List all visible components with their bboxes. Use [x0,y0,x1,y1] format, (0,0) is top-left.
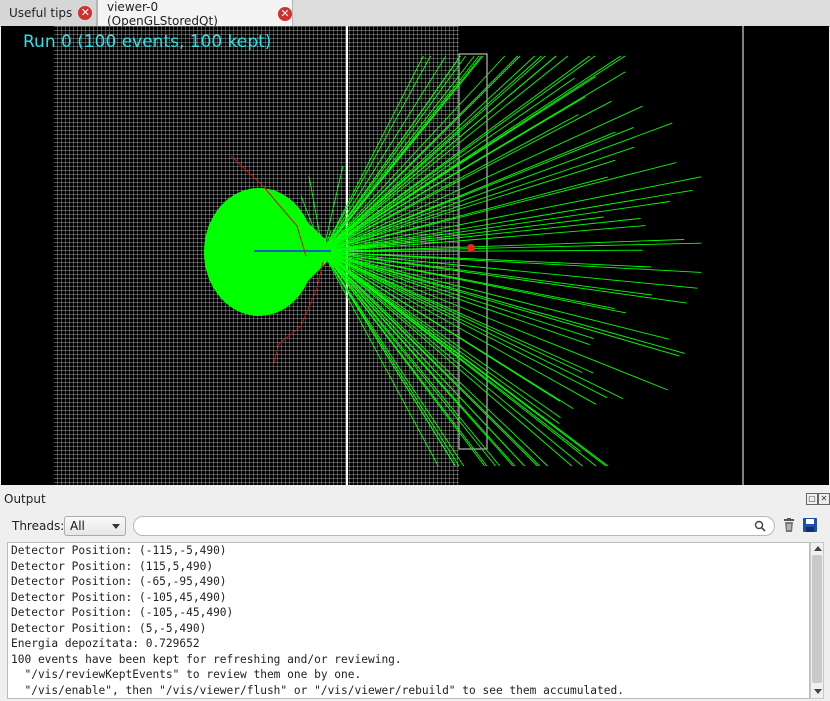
tab-label: Useful tips [9,6,73,20]
output-lines: Detector Position: (-115,-5,490) Detecto… [8,543,809,698]
interaction-blob [204,188,314,316]
scroll-down-icon[interactable] [814,689,822,694]
log-line: "/vis/enable", then "/vis/viewer/flush" … [11,683,624,697]
threads-value: All [70,519,85,533]
log-line: Detector Position: (-105,45,490) [11,590,227,604]
output-log[interactable]: Detector Position: (-115,-5,490) Detecto… [7,542,810,699]
log-line: Detector Position: (-65,-95,490) [11,575,227,588]
detector-marker [467,244,475,252]
log-line: Detector Position: (5,-5,490) [11,621,207,635]
log-line: "/vis/reviewKeptEvents" to review them o… [11,668,362,681]
scroll-thumb[interactable] [812,555,822,683]
log-line: Detector Position: (-115,-5,490) [11,544,227,557]
event-display [54,26,744,485]
threads-select[interactable]: All [64,516,126,536]
tab-bar: Useful tips ✕ viewer-0 (OpenGLStoredQt) … [0,0,830,28]
close-icon[interactable]: ✕ [818,493,830,505]
run-label: Run 0 (100 events, 100 kept) [23,32,272,52]
close-icon[interactable]: ✕ [78,6,93,20]
close-icon[interactable]: ✕ [278,6,292,21]
log-scrollbar[interactable] [810,542,824,699]
tab-viewer-0[interactable]: viewer-0 (OpenGLStoredQt) ✕ [97,0,293,28]
search-icon [754,520,766,532]
scroll-up-icon[interactable] [814,546,822,551]
log-line: Detector Position: (-105,-45,490) [11,606,234,619]
log-line: 100 events have been kept for refreshing… [11,652,402,666]
search-input[interactable] [133,516,775,536]
threads-label: Threads: [12,519,65,533]
float-icon[interactable]: ▢ [806,493,818,505]
tab-useful-tips[interactable]: Useful tips ✕ [0,0,97,26]
log-line: Energia depozitata: 0.729652 [11,637,200,650]
output-filter-row: Threads: All [0,514,830,540]
log-line: Detector Position: (115,5,490) [11,559,214,573]
chevron-down-icon [112,524,120,529]
trash-icon[interactable] [782,518,796,533]
output-title: Output [4,492,46,506]
output-dock-header: Output ▢ ✕ [0,490,830,510]
save-icon[interactable] [803,518,817,532]
tab-label: viewer-0 (OpenGLStoredQt) [107,0,218,28]
opengl-viewer[interactable]: Run 0 (100 events, 100 kept) [1,26,829,485]
